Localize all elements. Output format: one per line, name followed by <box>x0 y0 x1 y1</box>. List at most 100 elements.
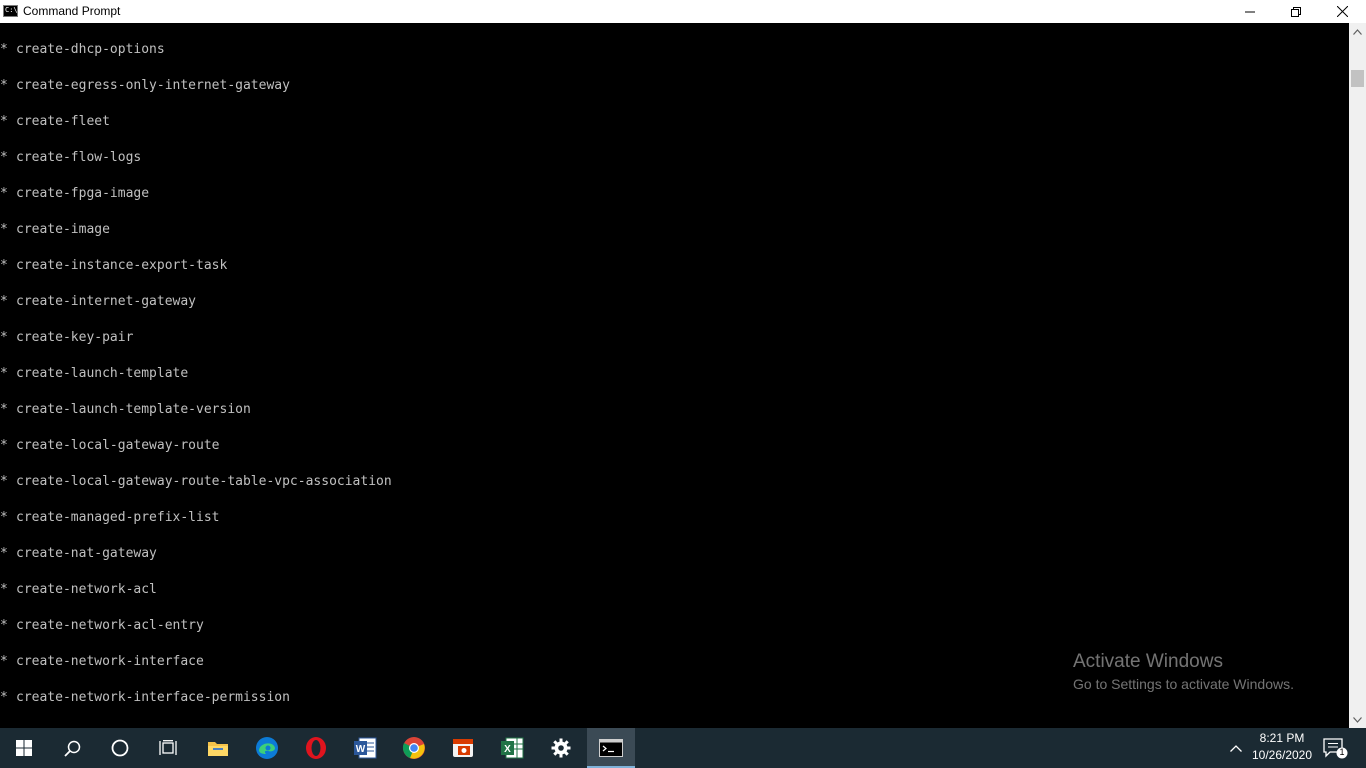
svg-text:X: X <box>504 744 511 755</box>
console-line-text: create-nat-gateway <box>16 546 157 561</box>
watermark-title: Activate Windows <box>1073 651 1223 672</box>
search-icon <box>63 740 80 757</box>
chrome-button[interactable] <box>390 728 438 768</box>
settings-button[interactable] <box>537 728 585 768</box>
console-line-text: create-local-gateway-route <box>16 438 220 453</box>
red-app-icon <box>453 739 473 757</box>
console-line-text: create-internet-gateway <box>16 294 197 309</box>
console-line: * create-local-gateway-route-table-vpc-as… <box>0 474 392 490</box>
edge-icon <box>256 737 278 759</box>
console-output[interactable]: * create-dhcp-options * create-egress-only-… <box>0 23 1349 728</box>
console-line-text: create-network-interface <box>16 654 204 669</box>
cortana-button[interactable] <box>96 728 144 768</box>
console-line-bullet: * <box>0 42 8 57</box>
excel-icon: X <box>501 737 524 759</box>
console-line-bullet: * <box>0 78 8 93</box>
chevron-up-icon <box>1230 744 1242 752</box>
watermark-subtitle: Go to Settings to activate Windows. <box>1073 676 1294 692</box>
console-line: * create-nat-gateway <box>0 546 157 562</box>
task-view-icon <box>159 740 177 755</box>
console-line-bullet: * <box>0 294 8 309</box>
search-button[interactable] <box>48 728 96 768</box>
svg-text:W: W <box>356 744 366 755</box>
red-app-button[interactable] <box>439 728 487 768</box>
console-line-bullet: * <box>0 150 8 165</box>
console-line-text: create-fpga-image <box>16 186 150 201</box>
command-prompt-button[interactable] <box>587 728 635 768</box>
close-button[interactable] <box>1319 0 1365 23</box>
console-line-text: create-launch-template-version <box>16 402 251 417</box>
opera-icon <box>306 737 326 759</box>
word-button[interactable]: W <box>341 728 389 768</box>
chevron-up-icon <box>1353 28 1362 35</box>
console-line-text: create-egress-only-internet-gateway <box>16 78 290 93</box>
system-clock[interactable]: 8:21 PM 10/26/2020 <box>1244 730 1320 764</box>
taskbar: W X 1 <box>0 728 1366 768</box>
gear-icon <box>551 738 571 758</box>
vertical-scrollbar[interactable] <box>1349 23 1366 728</box>
console-line: * create-local-gateway-route <box>0 438 220 454</box>
console-line-bullet: * <box>0 114 8 129</box>
clock-date: 10/26/2020 <box>1251 748 1313 762</box>
opera-button[interactable] <box>292 728 340 768</box>
chrome-icon <box>402 737 425 759</box>
task-view-button[interactable] <box>144 728 192 768</box>
console-line-text: create-image <box>16 222 110 237</box>
console-line: * create-internet-gateway <box>0 294 196 310</box>
console-line: * create-fleet <box>0 114 110 130</box>
scrollbar-thumb[interactable] <box>1351 70 1364 87</box>
console-line-bullet: * <box>0 654 8 669</box>
window-title: Command Prompt <box>23 4 121 18</box>
edge-button[interactable] <box>243 728 291 768</box>
console-line: * create-image <box>0 222 110 238</box>
console-line: * create-egress-only-internet-gateway <box>0 78 290 94</box>
console-line: * create-network-interface-permission <box>0 690 290 706</box>
minimize-button[interactable] <box>1227 0 1273 23</box>
restore-button[interactable] <box>1273 0 1319 23</box>
windows-logo-icon <box>16 740 32 756</box>
chevron-down-icon <box>1353 716 1362 723</box>
console-line-bullet: * <box>0 366 8 381</box>
start-button[interactable] <box>0 728 48 768</box>
window-title-bar[interactable]: C:\ Command Prompt <box>0 0 1366 23</box>
cortana-circle-icon <box>111 739 129 757</box>
console-line: * create-flow-logs <box>0 150 141 166</box>
console-line-bullet: * <box>0 258 8 273</box>
console-line-bullet: * <box>0 186 8 201</box>
console-line-bullet: * <box>0 222 8 237</box>
console-line-text: create-network-acl-entry <box>16 618 204 633</box>
console-line-bullet: * <box>0 402 8 417</box>
console-line-bullet: * <box>0 474 8 489</box>
console-line: * create-key-pair <box>0 330 133 346</box>
file-explorer-button[interactable] <box>194 728 242 768</box>
cmd-icon <box>599 739 623 757</box>
activate-windows-watermark: Activate Windows Go to Settings to activ… <box>1073 651 1294 693</box>
console-line-bullet: * <box>0 510 8 525</box>
console-line: * create-launch-template <box>0 366 188 382</box>
console-line-bullet: * <box>0 582 8 597</box>
console-line-bullet: * <box>0 330 8 345</box>
console-line-text: create-instance-export-task <box>16 258 228 273</box>
scroll-down-button[interactable] <box>1349 711 1366 728</box>
clock-time: 8:21 PM <box>1259 731 1305 745</box>
cmd-app-icon: C:\ <box>3 5 18 17</box>
word-icon: W <box>354 737 377 759</box>
console-line: * create-instance-export-task <box>0 258 227 274</box>
console-line-text: create-managed-prefix-list <box>16 510 220 525</box>
console-line-text: create-flow-logs <box>16 150 142 165</box>
console-line-bullet: * <box>0 546 8 561</box>
close-icon <box>1336 6 1348 17</box>
console-line-text: create-network-acl <box>16 582 157 597</box>
console-line-text: create-network-interface-permission <box>16 690 290 705</box>
console-line: * create-network-acl <box>0 582 157 598</box>
console-line-text: create-key-pair <box>16 330 134 345</box>
restore-icon <box>1291 6 1301 17</box>
scroll-up-button[interactable] <box>1349 23 1366 40</box>
console-line-text: create-dhcp-options <box>16 42 165 57</box>
folder-icon <box>208 742 228 756</box>
console-line-bullet: * <box>0 438 8 453</box>
console-line: * create-fpga-image <box>0 186 149 202</box>
console-line-bullet: * <box>0 618 8 633</box>
minimize-icon <box>1245 11 1255 12</box>
excel-button[interactable]: X <box>488 728 536 768</box>
